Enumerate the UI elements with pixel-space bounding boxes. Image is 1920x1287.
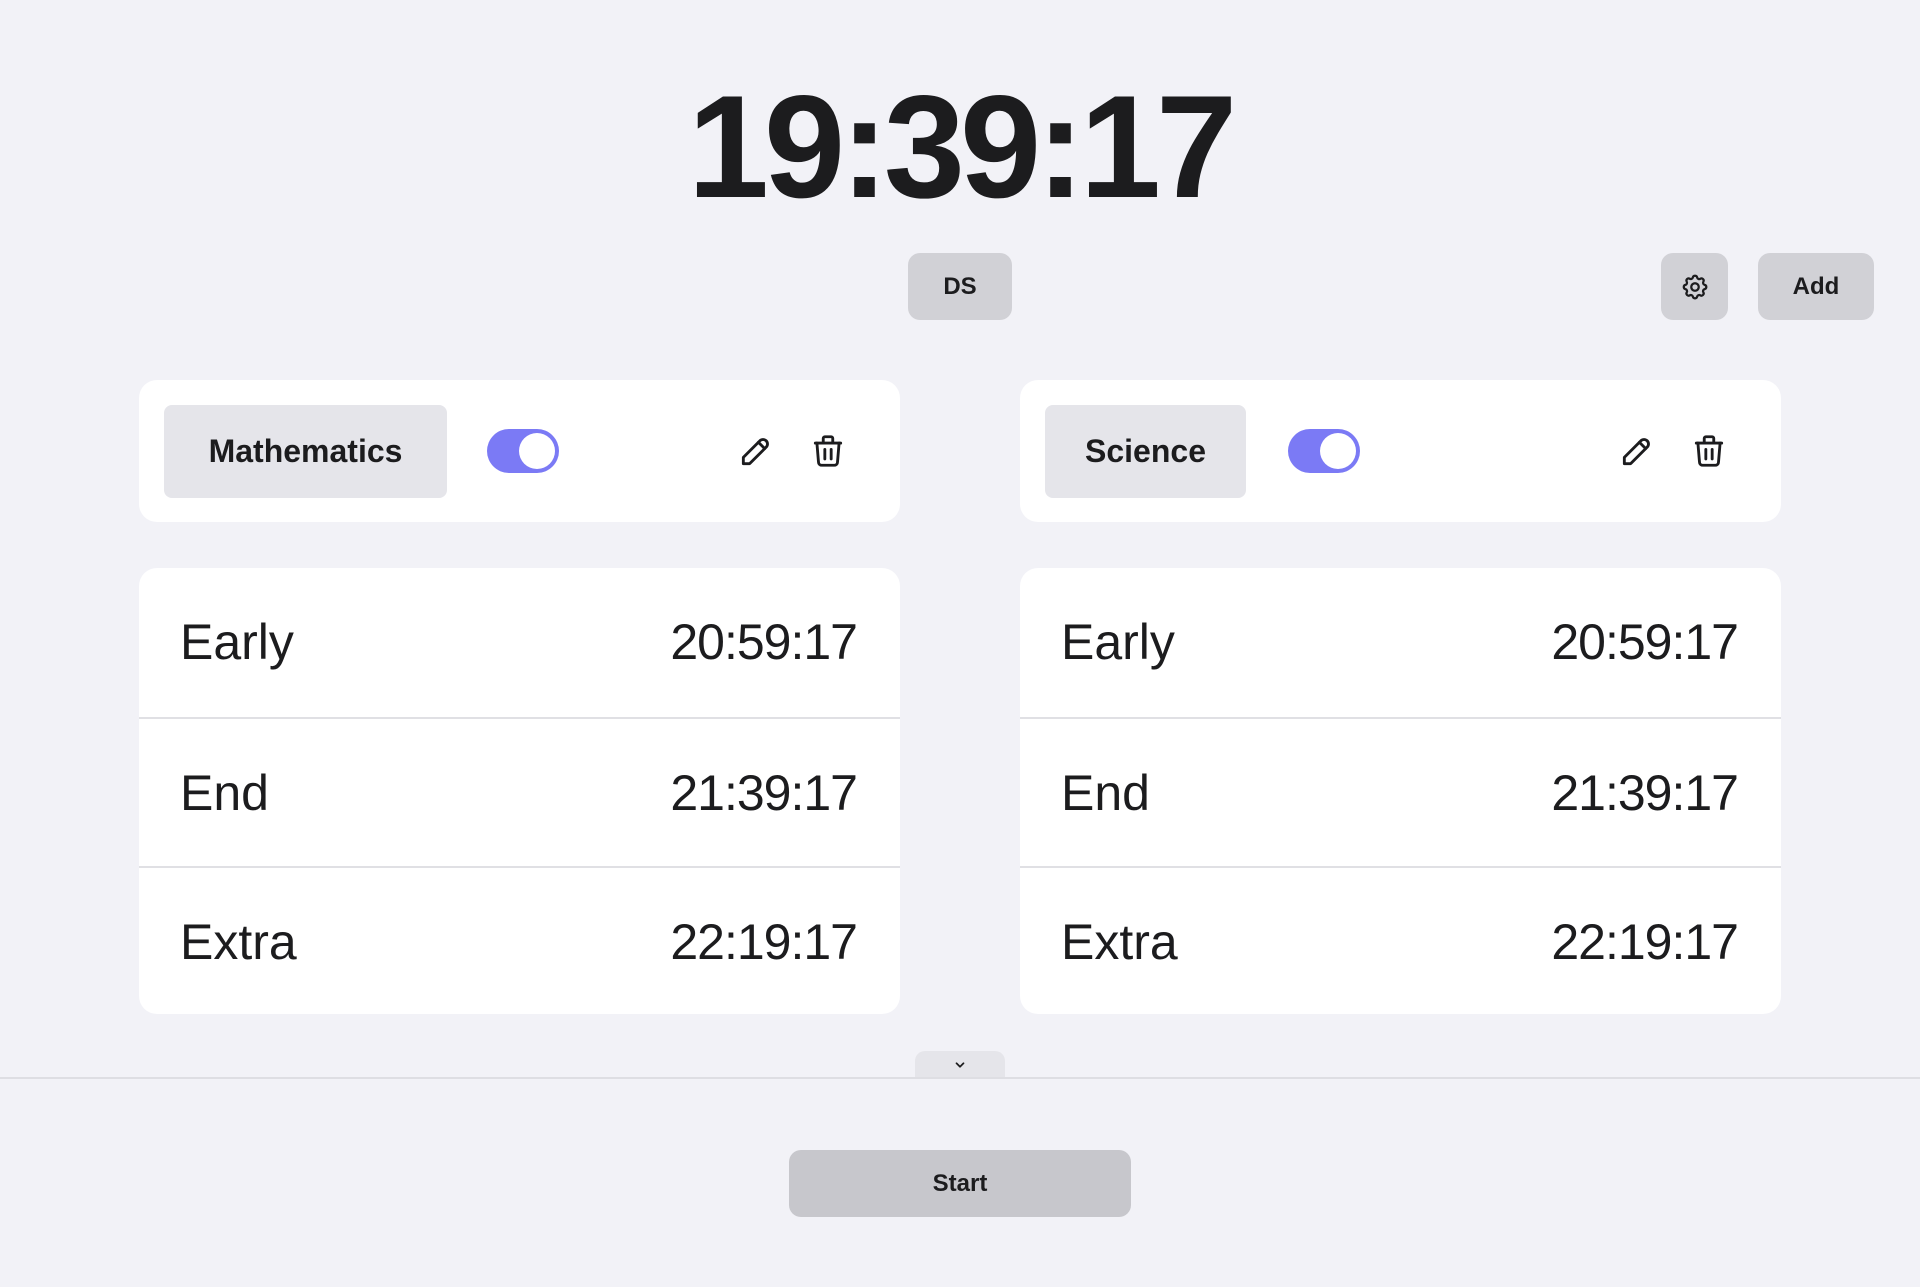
start-button[interactable]: Start bbox=[789, 1150, 1131, 1217]
time-value: 22:19:17 bbox=[1551, 914, 1739, 970]
time-row-end: End 21:39:17 bbox=[139, 717, 900, 865]
footer-divider bbox=[0, 1077, 1920, 1079]
trash-icon bbox=[1690, 432, 1728, 470]
time-value: 20:59:17 bbox=[670, 614, 858, 670]
delete-button[interactable] bbox=[805, 428, 851, 474]
subject-name-button[interactable]: Mathematics bbox=[164, 405, 447, 498]
time-row-extra: Extra 22:19:17 bbox=[139, 866, 900, 1014]
time-label: End bbox=[1061, 765, 1150, 821]
time-value: 22:19:17 bbox=[670, 914, 858, 970]
toggle-knob bbox=[1320, 433, 1356, 469]
subject-enabled-toggle[interactable] bbox=[487, 429, 559, 473]
pencil-icon bbox=[1618, 432, 1656, 470]
toggle-knob bbox=[519, 433, 555, 469]
time-label: Early bbox=[1061, 614, 1175, 670]
current-time-clock: 19:39:17 bbox=[687, 65, 1237, 228]
time-value: 20:59:17 bbox=[1551, 614, 1739, 670]
time-value: 21:39:17 bbox=[670, 765, 858, 821]
edit-button[interactable] bbox=[1614, 428, 1660, 474]
time-label: Early bbox=[180, 614, 294, 670]
delete-button[interactable] bbox=[1686, 428, 1732, 474]
trash-icon bbox=[809, 432, 847, 470]
edit-button[interactable] bbox=[733, 428, 779, 474]
add-button[interactable]: Add bbox=[1758, 253, 1874, 320]
subject-times-list-mathematics: Early 20:59:17 End 21:39:17 Extra 22:19:… bbox=[139, 568, 900, 1014]
collapse-toggle-button[interactable] bbox=[915, 1051, 1005, 1079]
time-label: Extra bbox=[180, 914, 297, 970]
pencil-icon bbox=[737, 432, 775, 470]
time-label: End bbox=[180, 765, 269, 821]
ds-button[interactable]: DS bbox=[908, 253, 1012, 320]
subject-card-header-science: Science bbox=[1020, 380, 1781, 522]
settings-button[interactable] bbox=[1661, 253, 1728, 320]
time-row-extra: Extra 22:19:17 bbox=[1020, 866, 1781, 1014]
subject-card-header-mathematics: Mathematics bbox=[139, 380, 900, 522]
subject-enabled-toggle[interactable] bbox=[1288, 429, 1360, 473]
gear-icon bbox=[1680, 272, 1710, 302]
time-row-end: End 21:39:17 bbox=[1020, 717, 1781, 865]
time-label: Extra bbox=[1061, 914, 1178, 970]
subject-times-list-science: Early 20:59:17 End 21:39:17 Extra 22:19:… bbox=[1020, 568, 1781, 1014]
subject-name-button[interactable]: Science bbox=[1045, 405, 1246, 498]
time-row-early: Early 20:59:17 bbox=[1020, 568, 1781, 716]
chevron-down-icon bbox=[953, 1058, 967, 1072]
time-value: 21:39:17 bbox=[1551, 765, 1739, 821]
time-row-early: Early 20:59:17 bbox=[139, 568, 900, 716]
